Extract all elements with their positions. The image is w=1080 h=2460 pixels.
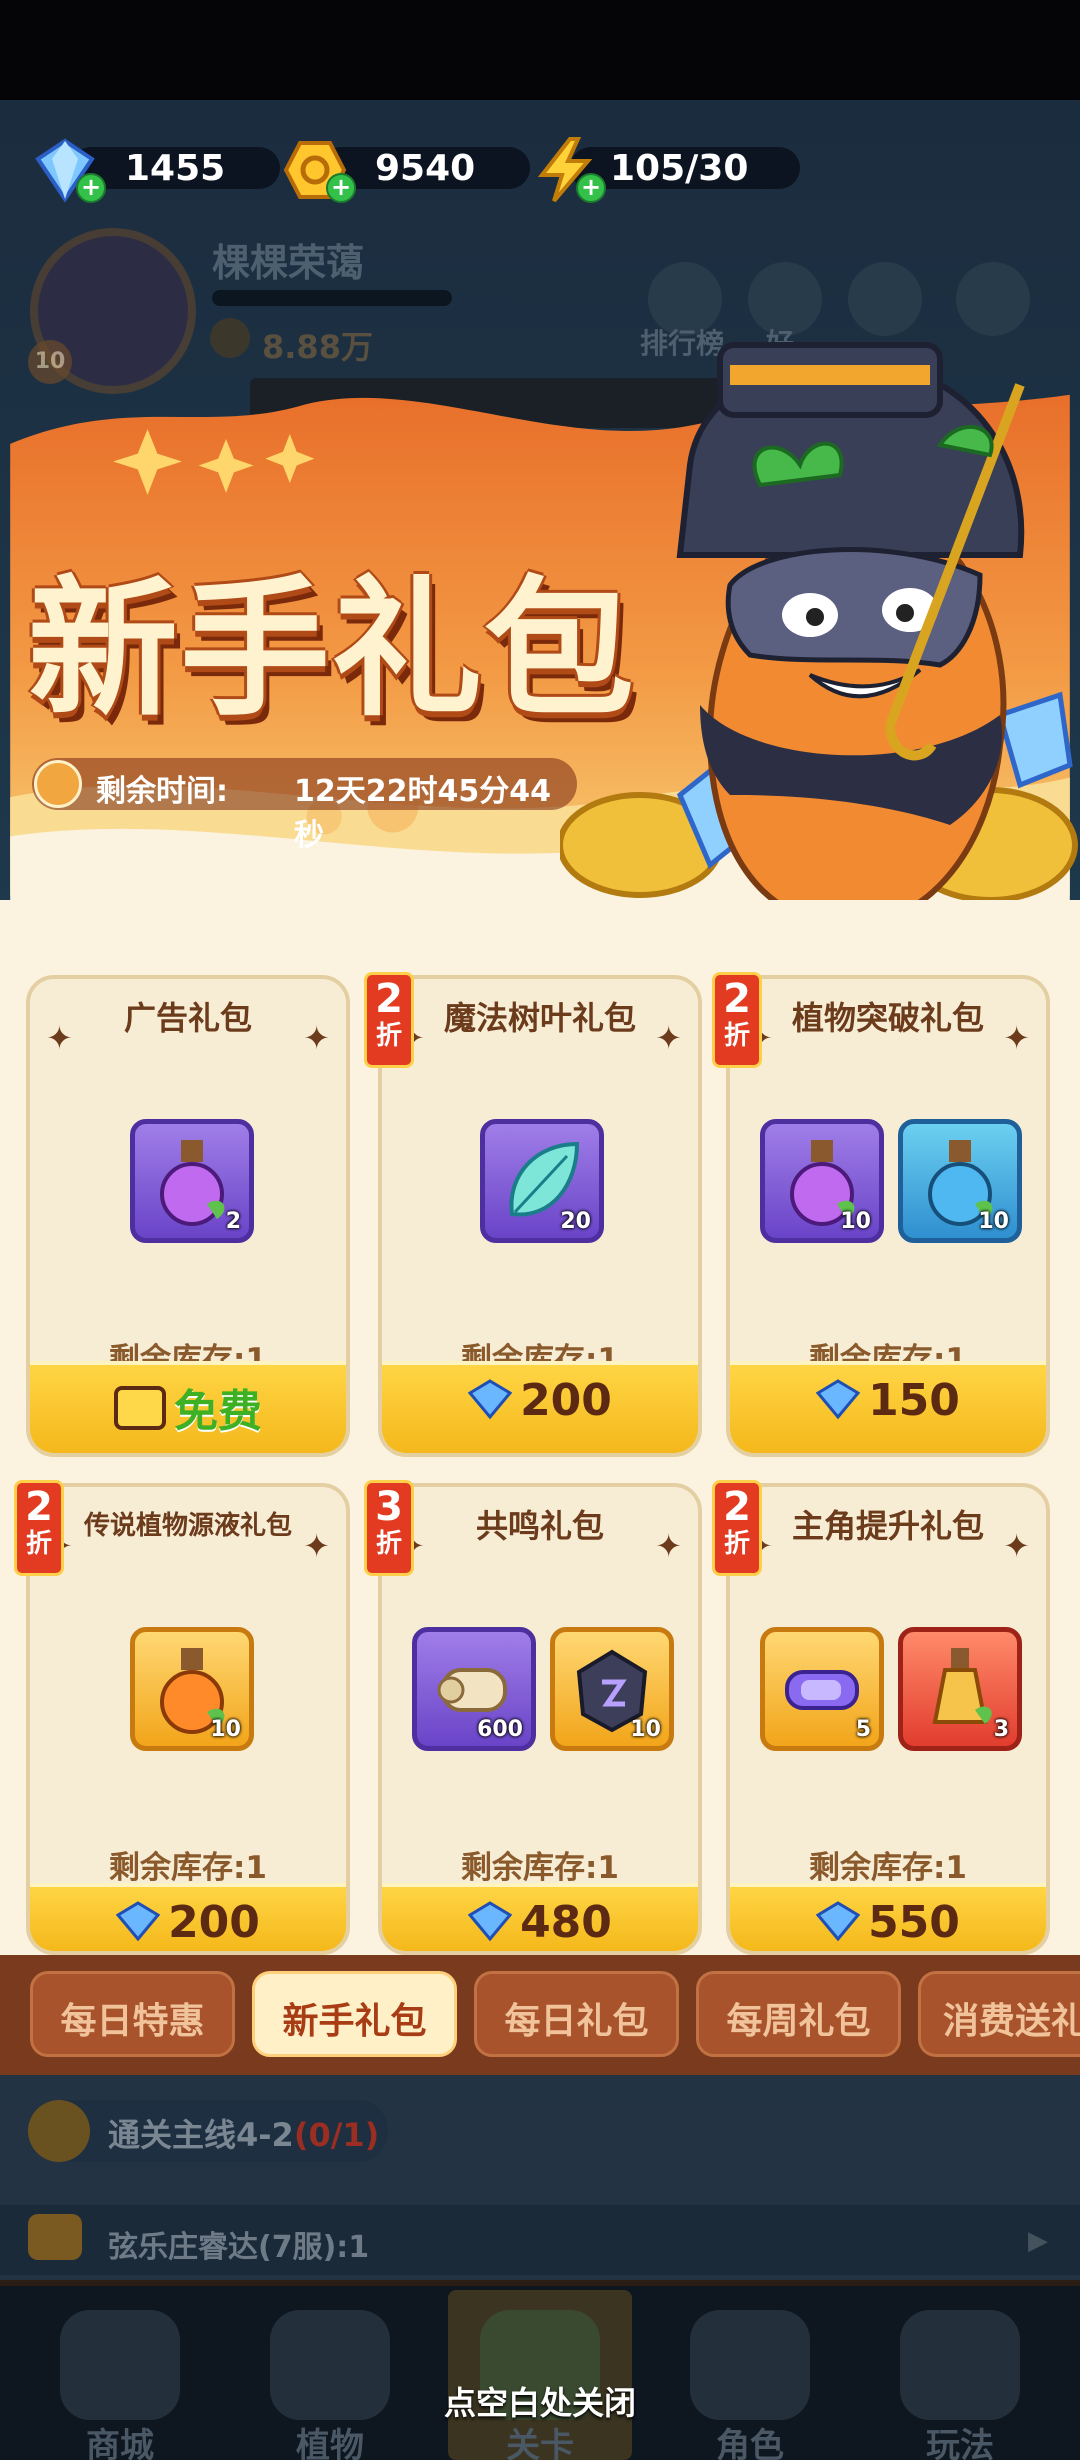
buy-button[interactable]: 200 — [30, 1883, 346, 1951]
pack-name: 传说植物源液礼包 — [83, 1511, 292, 1541]
pack-card-ad[interactable]: ✦ 广告礼包 ✦ 2 剩余库存:1 免费 — [26, 975, 350, 1457]
discount-tag: 2折 — [712, 1480, 762, 1576]
price-label: 150 — [868, 1375, 960, 1426]
timer-label: 剩余时间: — [96, 774, 228, 809]
item-qty: 5 — [855, 1717, 871, 1742]
item-slot[interactable]: 600 — [412, 1627, 536, 1751]
item-slot[interactable]: 2 — [130, 1119, 254, 1243]
item-qty: 3 — [993, 1717, 1009, 1742]
pack-name: 共鸣礼包 — [475, 1507, 604, 1545]
status-bar — [0, 0, 1080, 100]
diamond-icon — [115, 1901, 161, 1942]
quest-icon — [28, 2100, 90, 2162]
player-power: 8.88万 — [262, 328, 373, 366]
item-slot[interactable]: 3 — [898, 1627, 1022, 1751]
price-label: 480 — [520, 1897, 612, 1948]
discount-tag: 2折 — [364, 972, 414, 1068]
pack-card-magic-leaf[interactable]: ✦魔法树叶礼包✦ 20 剩余库存:1 200 — [378, 975, 702, 1457]
tv-ad-icon — [114, 1386, 166, 1430]
item-slot[interactable]: 20 — [480, 1119, 604, 1243]
power-icon — [210, 318, 250, 358]
quest-text: 通关主线4-2(0/1) — [108, 2116, 380, 2154]
chat-text: 弦乐庄睿达(7服):1 — [108, 2230, 370, 2265]
buy-button[interactable]: 免费 — [30, 1361, 346, 1453]
pack-card-plant-breakthrough[interactable]: ✦植物突破礼包✦ 10 10 剩余库存:1 150 — [726, 975, 1050, 1457]
pack-name: 主角提升礼包 — [791, 1507, 984, 1545]
pack-card-resonance[interactable]: ✦共鸣礼包✦ 600 10 剩余库存:1 480 — [378, 1483, 702, 1955]
buy-button[interactable]: 550 — [730, 1883, 1046, 1951]
pack-name: 魔法树叶礼包 — [443, 999, 636, 1037]
stock-text: 剩余库存:1 — [461, 1850, 619, 1886]
energy-value: 105/30 — [610, 147, 749, 189]
diamond-icon — [815, 1379, 861, 1420]
buy-button[interactable]: 480 — [382, 1883, 698, 1951]
coin-counter[interactable]: + 9540 — [280, 135, 530, 203]
add-diamond-icon[interactable]: + — [76, 173, 106, 203]
card-header: ✦传说植物源液礼包✦ — [30, 1487, 346, 1567]
item-qty: 20 — [560, 1209, 591, 1234]
diamond-icon — [815, 1901, 861, 1942]
pack-card-legend-sap[interactable]: ✦传说植物源液礼包✦ 10 剩余库存:1 200 — [26, 1483, 350, 1955]
banner-title: 新手礼包 — [28, 563, 637, 737]
price-label: 200 — [520, 1375, 612, 1426]
chat-icon — [28, 2214, 82, 2260]
price-label: 550 — [868, 1897, 960, 1948]
stock-text: 剩余库存:1 — [809, 1850, 967, 1886]
item-slot[interactable]: 10 — [898, 1119, 1022, 1243]
item-slot[interactable]: 5 — [760, 1627, 884, 1751]
crystal-scroll-icon — [785, 1670, 859, 1710]
item-slot[interactable]: 10 — [130, 1627, 254, 1751]
player-name: 棵棵荣蔼 — [212, 241, 365, 285]
diamond-icon — [467, 1901, 513, 1942]
pack-name: 广告礼包 — [123, 999, 252, 1037]
add-energy-icon[interactable]: + — [576, 173, 606, 203]
item-qty: 10 — [210, 1717, 241, 1742]
card-header: ✦植物突破礼包✦ — [730, 979, 1046, 1059]
exp-bar — [212, 290, 452, 306]
item-slot[interactable]: 10 — [760, 1119, 884, 1243]
item-slot[interactable]: 10 — [550, 1627, 674, 1751]
item-qty: 10 — [978, 1209, 1009, 1234]
pack-card-hero-upgrade[interactable]: ✦主角提升礼包✦ 5 3 剩余库存:1 550 — [726, 1483, 1050, 1955]
coin-value: 9540 — [375, 147, 476, 189]
pack-name: 植物突破礼包 — [791, 999, 984, 1037]
discount-tag: 2折 — [712, 972, 762, 1068]
item-qty: 2 — [225, 1209, 241, 1234]
card-header: ✦ 广告礼包 ✦ — [30, 979, 346, 1059]
stock-text: 剩余库存:1 — [109, 1850, 267, 1886]
tab-weekly-pack[interactable]: 每周礼包 — [696, 1971, 901, 2057]
card-header: ✦共鸣礼包✦ — [382, 1487, 698, 1567]
item-qty: 10 — [840, 1209, 871, 1234]
chat-arrow-icon[interactable]: ▶ — [1028, 2226, 1048, 2256]
countdown-timer: 剩余时间: 12天22时45分44秒 — [32, 758, 577, 853]
card-header: ✦主角提升礼包✦ — [730, 1487, 1046, 1567]
diamond-value: 1455 — [125, 147, 226, 189]
discount-tag: 3折 — [364, 1480, 414, 1576]
purple-potion-icon — [160, 1140, 225, 1226]
item-qty: 10 — [630, 1717, 661, 1742]
tab-newbie-pack[interactable]: 新手礼包 — [252, 1971, 457, 2057]
elixir-bottle-icon — [932, 1648, 992, 1724]
add-coin-icon[interactable]: + — [326, 173, 356, 203]
clock-icon — [34, 760, 82, 808]
diamond-icon — [467, 1379, 513, 1420]
tab-spend-reward[interactable]: 消费送礼 — [918, 1971, 1080, 2057]
timer-value: 12天22时45分44秒 — [294, 774, 551, 853]
buy-button[interactable]: 200 — [382, 1361, 698, 1453]
diamond-counter[interactable]: + 1455 — [30, 135, 280, 203]
energy-counter[interactable]: + 105/30 — [530, 135, 800, 203]
price-label: 200 — [168, 1897, 260, 1948]
card-header: ✦魔法树叶礼包✦ — [382, 979, 698, 1059]
buy-button[interactable]: 150 — [730, 1361, 1046, 1453]
carrot-mascot-icon — [560, 342, 1078, 929]
price-label: 免费 — [174, 1386, 262, 1437]
tab-daily-pack[interactable]: 每日礼包 — [474, 1971, 679, 2057]
player-level: 10 — [28, 340, 72, 384]
discount-tag: 2折 — [14, 1480, 64, 1576]
shop-tab-bar: 每日特惠 新手礼包 每日礼包 每周礼包 消费送礼 — [0, 1955, 1080, 2075]
tab-daily-deal[interactable]: 每日特惠 — [30, 1971, 235, 2057]
item-qty: 600 — [477, 1717, 523, 1742]
close-hint[interactable]: 点空白处关闭 — [0, 2378, 1080, 2424]
